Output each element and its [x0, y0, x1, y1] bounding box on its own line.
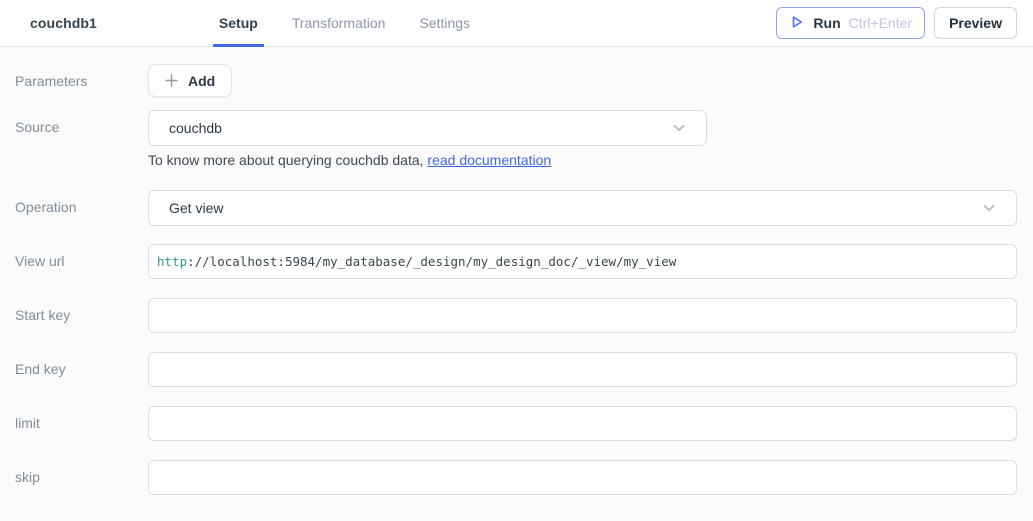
- play-icon: [789, 14, 805, 33]
- limit-label: limit: [15, 406, 148, 432]
- start-key-label: Start key: [15, 298, 148, 324]
- query-title: couchdb1: [30, 15, 97, 31]
- start-key-row: Start key: [15, 298, 1017, 333]
- skip-input[interactable]: [148, 460, 1017, 495]
- view-url-scheme: http: [157, 254, 187, 269]
- view-url-row: View url http://localhost:5984/my_databa…: [15, 244, 1017, 279]
- operation-select-value: Get view: [169, 200, 980, 216]
- skip-row: skip: [15, 460, 1017, 495]
- tab-setup[interactable]: Setup: [213, 0, 264, 47]
- run-button[interactable]: Run Ctrl+Enter: [776, 7, 925, 39]
- skip-label: skip: [15, 460, 148, 486]
- add-parameter-label: Add: [188, 73, 215, 89]
- tab-settings[interactable]: Settings: [413, 0, 476, 47]
- limit-input[interactable]: [148, 406, 1017, 441]
- start-key-input[interactable]: [148, 298, 1017, 333]
- end-key-input[interactable]: [148, 352, 1017, 387]
- operation-select[interactable]: Get view: [148, 190, 1017, 226]
- source-label: Source: [15, 110, 148, 136]
- tab-bar: Setup Transformation Settings: [213, 0, 498, 47]
- view-url-rest: ://localhost:5984/my_database/_design/my…: [187, 254, 676, 269]
- operation-label: Operation: [15, 190, 148, 216]
- view-url-input[interactable]: http://localhost:5984/my_database/_desig…: [148, 244, 1017, 279]
- run-shortcut: Ctrl+Enter: [849, 15, 912, 31]
- source-select-value: couchdb: [169, 120, 670, 136]
- query-editor-header: couchdb1 Setup Transformation Settings R…: [0, 0, 1033, 47]
- end-key-row: End key: [15, 352, 1017, 387]
- view-url-label: View url: [15, 244, 148, 270]
- plus-icon: [165, 74, 178, 87]
- parameters-row: Parameters Add: [15, 64, 1017, 97]
- add-parameter-button[interactable]: Add: [148, 64, 232, 97]
- operation-row: Operation Get view: [15, 190, 1017, 226]
- chevron-down-icon: [980, 199, 998, 217]
- query-setup-form: Parameters Add Source couchdb To know mo…: [0, 47, 1033, 495]
- chevron-down-icon: [670, 119, 688, 137]
- read-documentation-link[interactable]: read documentation: [427, 152, 551, 168]
- end-key-label: End key: [15, 352, 148, 378]
- header-actions: Run Ctrl+Enter Preview: [776, 7, 1017, 39]
- source-help-text-span: To know more about querying couchdb data…: [148, 152, 427, 168]
- limit-row: limit: [15, 406, 1017, 441]
- tab-transformation[interactable]: Transformation: [286, 0, 392, 47]
- parameters-label: Parameters: [15, 64, 148, 90]
- source-select[interactable]: couchdb: [148, 110, 707, 146]
- source-row: Source couchdb To know more about queryi…: [15, 110, 1017, 168]
- preview-button[interactable]: Preview: [934, 7, 1017, 39]
- run-button-label: Run: [813, 15, 840, 31]
- source-help-text: To know more about querying couchdb data…: [148, 152, 1017, 168]
